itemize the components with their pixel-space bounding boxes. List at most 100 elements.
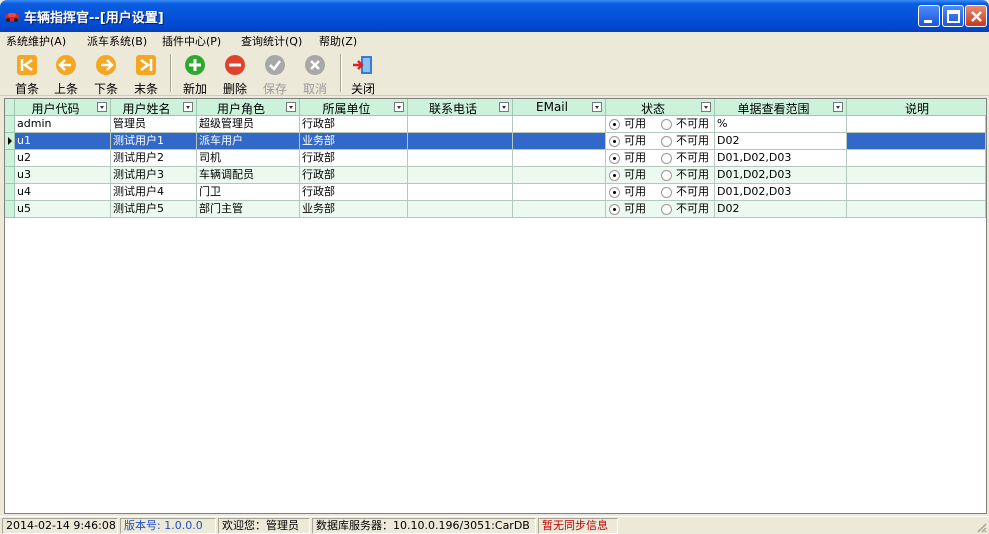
filter-dropdown-icon[interactable] [183,102,193,112]
filter-dropdown-icon[interactable] [833,102,843,112]
column-header-note[interactable]: 说明 [847,99,986,116]
cell-phone[interactable] [408,184,513,201]
resize-grip-icon[interactable] [975,521,987,533]
status-radio-group[interactable]: 可用 不可用 [606,150,715,167]
radio-unavailable[interactable] [661,187,672,198]
column-header-status[interactable]: 状态 [606,99,715,116]
cell-phone[interactable] [408,150,513,167]
cell-phone[interactable] [408,133,513,150]
first-record-button[interactable]: 首条 [7,52,47,96]
cell-unit[interactable]: 行政部 [300,150,408,167]
cell-note[interactable] [847,201,986,218]
filter-dropdown-icon[interactable] [394,102,404,112]
minimize-button[interactable] [918,5,940,27]
radio-unavailable[interactable] [661,170,672,181]
cell-scope[interactable]: D01,D02,D03 [715,167,847,184]
table-row[interactable]: u4 测试用户4 门卫 行政部 可用 不可用 D01,D02,D03 [15,184,986,201]
last-record-button[interactable]: 末条 [126,52,166,96]
column-header-user-code[interactable]: 用户代码 [15,99,111,116]
table-row[interactable]: u5 测试用户5 部门主管 业务部 可用 不可用 D02 [15,201,986,218]
cell-phone[interactable] [408,116,513,133]
cell-scope[interactable]: D02 [715,133,847,150]
status-radio-group[interactable]: 可用 不可用 [606,116,715,133]
cell-code[interactable]: u3 [15,167,111,184]
row-indicator[interactable] [5,133,15,150]
cell-name[interactable]: 测试用户5 [111,201,197,218]
radio-available[interactable] [609,187,620,198]
cell-phone[interactable] [408,167,513,184]
menu-query-statistics[interactable]: 查询统计(Q) [241,33,302,49]
status-radio-group[interactable]: 可用 不可用 [606,201,715,218]
add-button[interactable]: 新加 [175,52,215,96]
cell-email[interactable] [513,150,606,167]
cell-email[interactable] [513,201,606,218]
delete-button[interactable]: 删除 [215,52,255,96]
cell-email[interactable] [513,133,606,150]
cell-note[interactable] [847,133,986,150]
column-header-unit[interactable]: 所属单位 [300,99,408,116]
cancel-button[interactable]: 取消 [295,52,335,96]
save-button[interactable]: 保存 [255,52,295,96]
close-button[interactable]: 关闭 [343,52,383,96]
row-indicator[interactable] [5,116,15,133]
cell-scope[interactable]: D02 [715,201,847,218]
filter-dropdown-icon[interactable] [701,102,711,112]
radio-available[interactable] [609,204,620,215]
title-bar[interactable]: 车辆指挥官--[用户设置] [0,0,989,32]
table-row[interactable]: u2 测试用户2 司机 行政部 可用 不可用 D01,D02,D03 [15,150,986,167]
column-header-phone[interactable]: 联系电话 [408,99,513,116]
cell-note[interactable] [847,116,986,133]
cell-role[interactable]: 门卫 [197,184,300,201]
cell-note[interactable] [847,184,986,201]
row-indicator[interactable] [5,184,15,201]
cell-phone[interactable] [408,201,513,218]
cell-note[interactable] [847,167,986,184]
filter-dropdown-icon[interactable] [97,102,107,112]
cell-unit[interactable]: 业务部 [300,133,408,150]
cell-role[interactable]: 车辆调配员 [197,167,300,184]
cell-email[interactable] [513,116,606,133]
radio-available[interactable] [609,170,620,181]
cell-email[interactable] [513,167,606,184]
cell-code[interactable]: u5 [15,201,111,218]
filter-dropdown-icon[interactable] [499,102,509,112]
radio-unavailable[interactable] [661,136,672,147]
radio-available[interactable] [609,119,620,130]
cell-name[interactable]: 测试用户2 [111,150,197,167]
cell-email[interactable] [513,184,606,201]
column-header-scope[interactable]: 单据查看范围 [715,99,847,116]
cell-role[interactable]: 部门主管 [197,201,300,218]
user-table[interactable]: 用户代码 用户姓名 用户角色 所属单位 联系电话 EMail 状态 单据查看范围… [4,98,987,514]
cell-code[interactable]: admin [15,116,111,133]
cell-role[interactable]: 超级管理员 [197,116,300,133]
menu-system-maintenance[interactable]: 系统维护(A) [6,33,66,49]
filter-dropdown-icon[interactable] [286,102,296,112]
cell-code[interactable]: u2 [15,150,111,167]
column-header-user-role[interactable]: 用户角色 [197,99,300,116]
cell-scope[interactable]: D01,D02,D03 [715,150,847,167]
cell-scope[interactable]: D01,D02,D03 [715,184,847,201]
cell-role[interactable]: 司机 [197,150,300,167]
status-radio-group[interactable]: 可用 不可用 [606,133,715,150]
menu-dispatch-system[interactable]: 派车系统(B) [87,33,147,49]
table-row[interactable]: u3 测试用户3 车辆调配员 行政部 可用 不可用 D01,D02,D03 [15,167,986,184]
next-record-button[interactable]: 下条 [86,52,126,96]
radio-unavailable[interactable] [661,153,672,164]
status-radio-group[interactable]: 可用 不可用 [606,167,715,184]
status-radio-group[interactable]: 可用 不可用 [606,184,715,201]
cell-name[interactable]: 测试用户4 [111,184,197,201]
radio-available[interactable] [609,153,620,164]
previous-record-button[interactable]: 上条 [46,52,86,96]
table-row[interactable]: u1 测试用户1 派车用户 业务部 可用 不可用 D02 [15,133,986,150]
cell-unit[interactable]: 行政部 [300,116,408,133]
radio-unavailable[interactable] [661,119,672,130]
cell-unit[interactable]: 行政部 [300,167,408,184]
radio-available[interactable] [609,136,620,147]
menu-plugin-center[interactable]: 插件中心(P) [162,33,221,49]
table-row[interactable]: admin 管理员 超级管理员 行政部 可用 不可用% [15,116,986,133]
filter-dropdown-icon[interactable] [592,102,602,112]
maximize-button[interactable] [942,5,964,27]
cell-name[interactable]: 测试用户1 [111,133,197,150]
column-header-user-name[interactable]: 用户姓名 [111,99,197,116]
cell-unit[interactable]: 业务部 [300,201,408,218]
